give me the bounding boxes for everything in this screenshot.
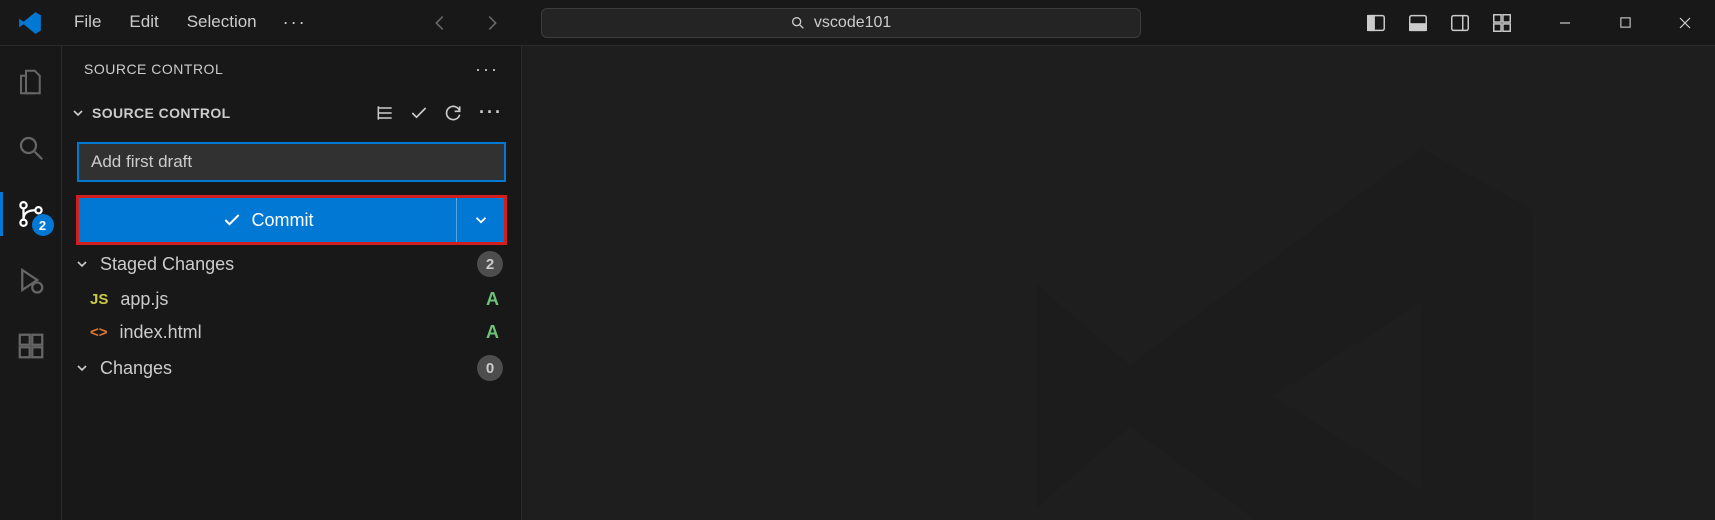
- view-as-tree-icon[interactable]: [375, 103, 395, 123]
- changes-count-badge: 0: [477, 355, 503, 381]
- staged-changes-header[interactable]: Staged Changes 2: [62, 245, 521, 283]
- js-file-icon: JS: [90, 291, 108, 308]
- chevron-down-icon: [70, 105, 86, 121]
- customize-layout-icon[interactable]: [1485, 6, 1519, 40]
- activity-extensions[interactable]: [0, 322, 62, 370]
- changes-label: Changes: [100, 358, 172, 379]
- commit-dropdown-button[interactable]: [456, 198, 504, 242]
- commit-button-highlight: Commit: [76, 195, 507, 245]
- file-status-added: A: [486, 289, 499, 310]
- file-status-added: A: [486, 322, 499, 343]
- maximize-button[interactable]: [1595, 0, 1655, 46]
- scm-badge: 2: [32, 214, 54, 236]
- scm-more-actions-icon[interactable]: ···: [477, 98, 505, 127]
- html-file-icon: <>: [90, 324, 108, 341]
- nav-back-icon[interactable]: [419, 8, 461, 38]
- commit-button[interactable]: Commit: [79, 198, 456, 242]
- menu-file[interactable]: File: [60, 6, 115, 39]
- activity-source-control[interactable]: 2: [0, 190, 62, 238]
- activity-explorer[interactable]: [0, 58, 62, 106]
- activity-run-debug[interactable]: [0, 256, 62, 304]
- nav-arrows: [419, 8, 513, 38]
- toggle-primary-sidebar-icon[interactable]: [1359, 6, 1393, 40]
- search-icon: [790, 15, 806, 31]
- commit-button-label: Commit: [252, 210, 314, 231]
- close-button[interactable]: [1655, 0, 1715, 46]
- check-icon: [222, 210, 242, 230]
- commit-message-value: Add first draft: [91, 152, 192, 172]
- scm-section-title: SOURCE CONTROL: [92, 105, 231, 121]
- chevron-down-icon: [472, 211, 490, 229]
- chevron-down-icon: [74, 360, 90, 376]
- search-text: vscode101: [814, 14, 891, 32]
- layout-controls: [1359, 6, 1525, 40]
- minimize-button[interactable]: [1535, 0, 1595, 46]
- command-center[interactable]: vscode101: [541, 8, 1141, 38]
- staged-changes-label: Staged Changes: [100, 254, 234, 275]
- menu-bar: File Edit Selection ···: [60, 6, 319, 39]
- toggle-secondary-sidebar-icon[interactable]: [1443, 6, 1477, 40]
- activity-search[interactable]: [0, 124, 62, 172]
- menu-overflow-icon[interactable]: ···: [271, 6, 319, 39]
- source-control-sidebar: SOURCE CONTROL ··· SOURCE CONTROL: [62, 46, 522, 520]
- toggle-panel-icon[interactable]: [1401, 6, 1435, 40]
- menu-edit[interactable]: Edit: [115, 6, 172, 39]
- refresh-icon[interactable]: [443, 103, 463, 123]
- staged-file-row[interactable]: JS app.js A: [62, 283, 521, 316]
- window-controls: [1535, 0, 1715, 46]
- editor-area: [522, 46, 1715, 520]
- changes-header[interactable]: Changes 0: [62, 349, 521, 387]
- sidebar-title-row: SOURCE CONTROL ···: [62, 46, 521, 92]
- vscode-watermark-icon: [975, 86, 1595, 520]
- nav-forward-icon[interactable]: [471, 8, 513, 38]
- menu-selection[interactable]: Selection: [173, 6, 271, 39]
- file-name: index.html: [120, 322, 202, 343]
- file-name: app.js: [120, 289, 168, 310]
- scm-section-header[interactable]: SOURCE CONTROL ···: [62, 92, 521, 133]
- activity-bar: 2: [0, 46, 62, 520]
- commit-message-input[interactable]: Add first draft: [78, 143, 505, 181]
- commit-action-icon[interactable]: [409, 103, 429, 123]
- staged-count-badge: 2: [477, 251, 503, 277]
- sidebar-views-actions-icon[interactable]: ···: [473, 55, 501, 84]
- sidebar-title: SOURCE CONTROL: [84, 61, 223, 77]
- vscode-logo-icon: [0, 10, 60, 36]
- titlebar: File Edit Selection ··· vscode101: [0, 0, 1715, 46]
- staged-file-row[interactable]: <> index.html A: [62, 316, 521, 349]
- chevron-down-icon: [74, 256, 90, 272]
